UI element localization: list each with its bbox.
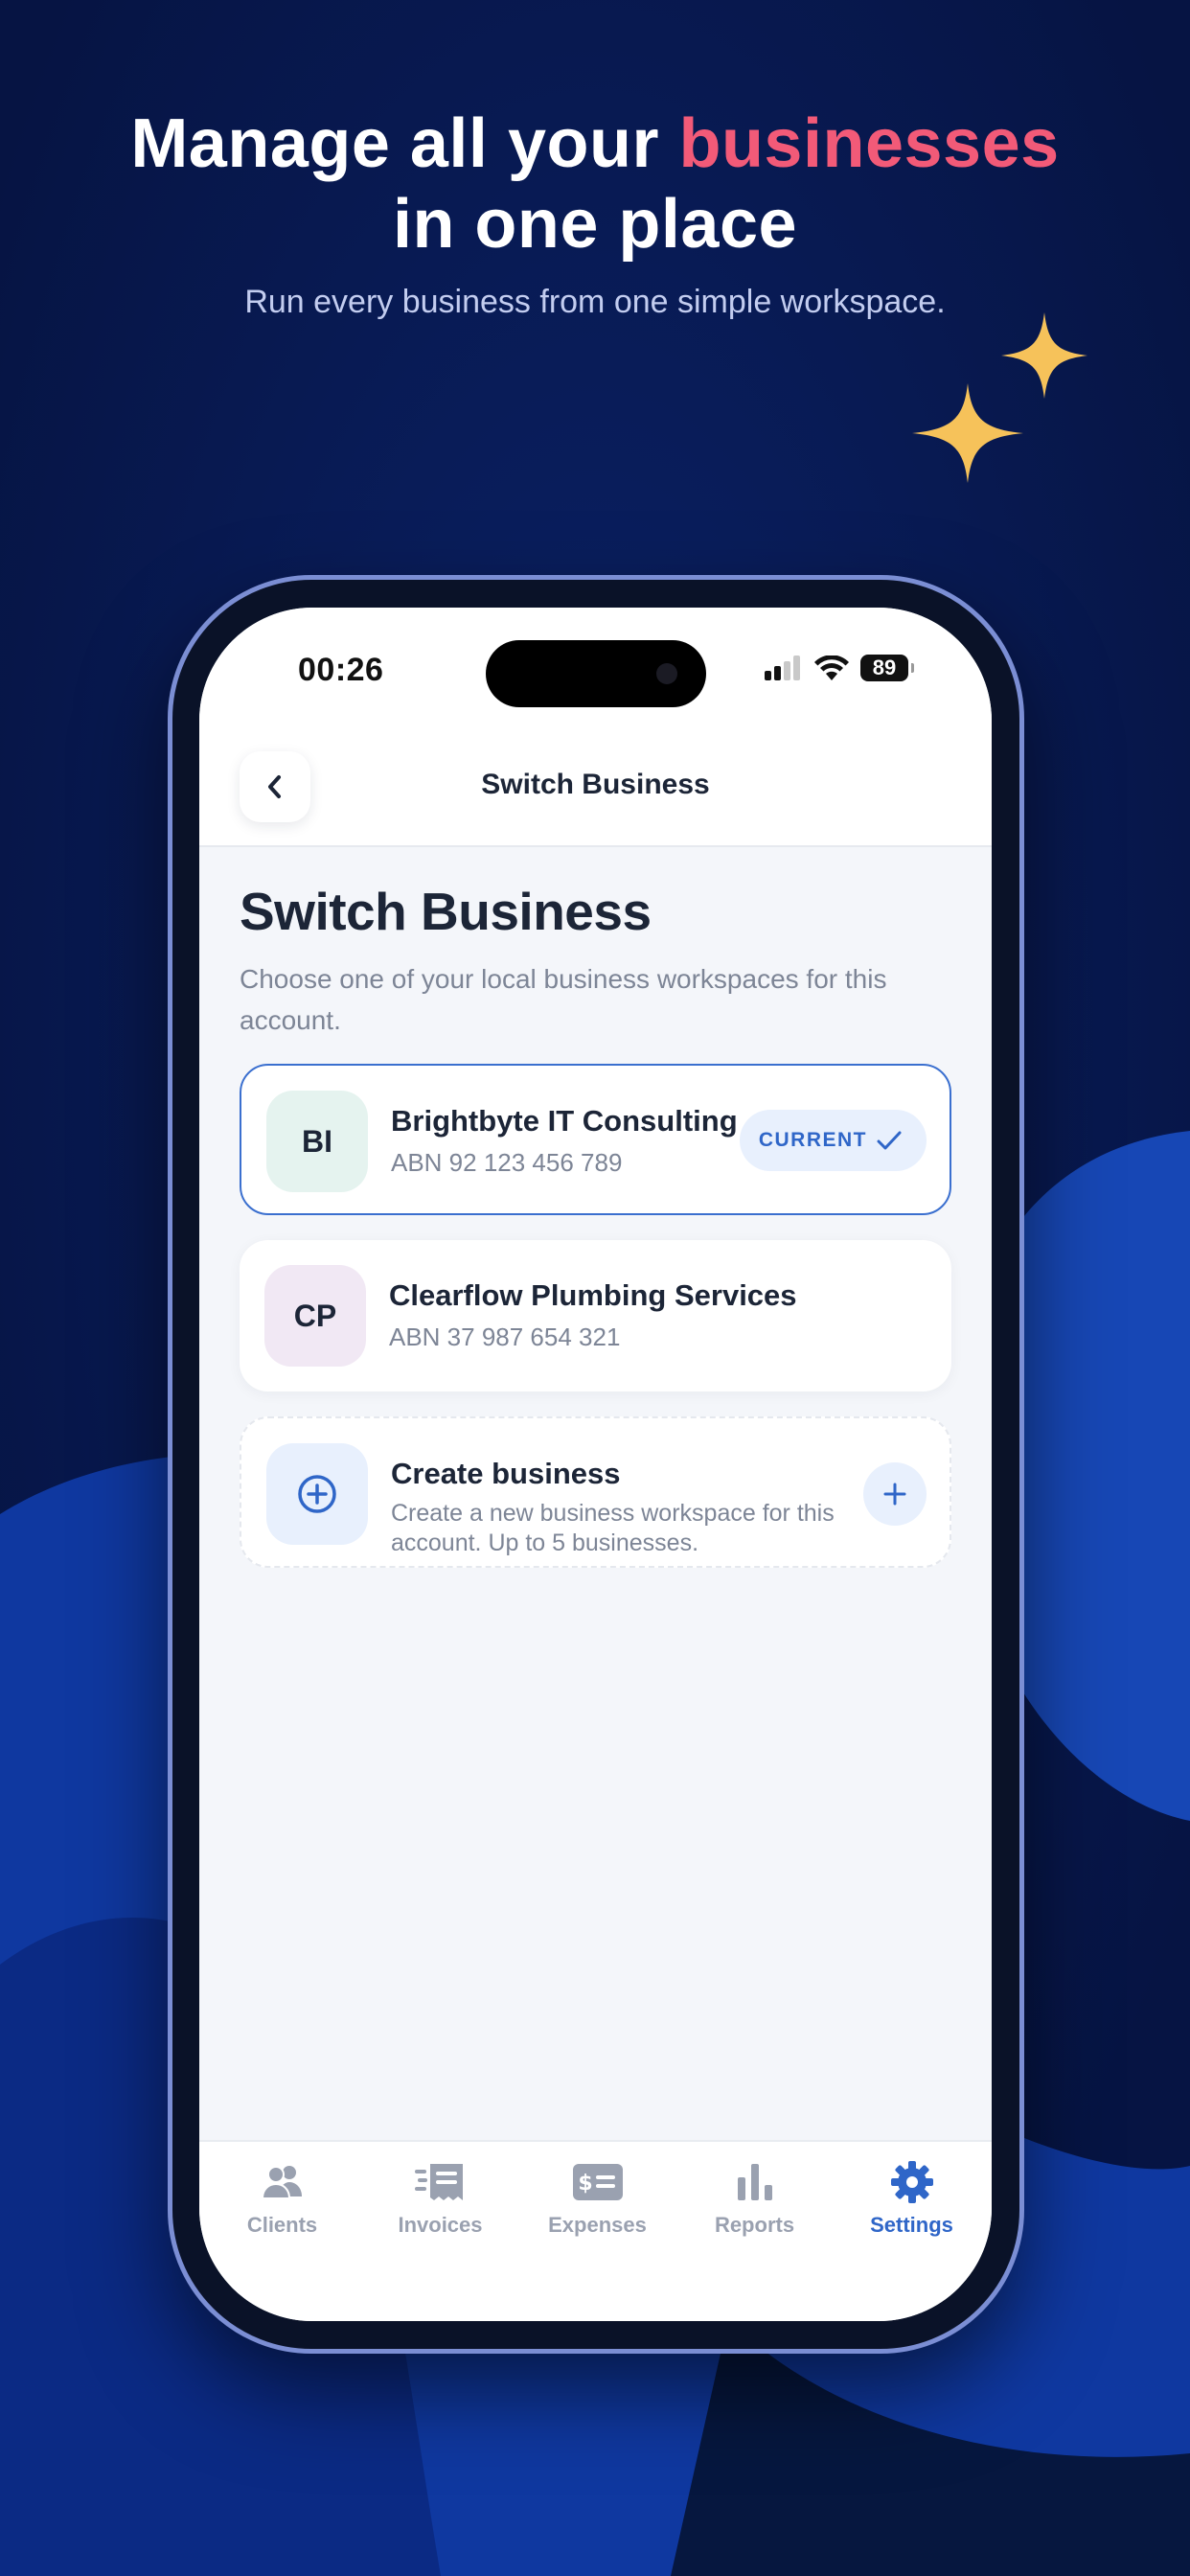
bar-chart-icon — [737, 2164, 772, 2200]
sparkle-icon — [912, 383, 1023, 483]
gear-icon — [890, 2161, 933, 2203]
business-name: Clearflow Plumbing Services — [389, 1278, 797, 1312]
tab-clients[interactable]: Clients — [203, 2159, 361, 2238]
create-business-description: Create a new business workspace for this… — [391, 1500, 835, 1556]
wifi-icon — [814, 656, 849, 680]
tab-label: Clients — [246, 2213, 318, 2237]
invoice-icon — [414, 2164, 463, 2200]
tab-expenses[interactable]: $ Expenses — [518, 2159, 676, 2238]
business-card[interactable]: CP Clearflow Plumbing Services ABN 37 98… — [240, 1240, 951, 1392]
page-title: Switch Business — [240, 882, 652, 941]
promo-title-end: in one place — [392, 186, 798, 263]
business-card-current[interactable]: BI Brightbyte IT Consulting ABN 92 123 4… — [240, 1064, 951, 1215]
check-icon — [877, 1131, 902, 1150]
create-business-avatar — [266, 1443, 368, 1545]
svg-text:$: $ — [578, 2172, 592, 2196]
status-time: 00:26 — [298, 652, 384, 688]
nav-header: Switch Business — [199, 732, 992, 847]
business-abn: ABN 37 987 654 321 — [389, 1322, 621, 1351]
business-name: Brightbyte IT Consulting — [391, 1104, 738, 1138]
current-badge: CURRENT — [739, 1110, 927, 1171]
create-business-title: Create business — [391, 1457, 621, 1490]
page-description: Choose one of your local business worksp… — [240, 964, 887, 1035]
status-bar: 00:26 89 — [199, 608, 992, 732]
status-icons: 89 — [765, 654, 914, 682]
promo-title-accent: businesses — [678, 105, 1060, 182]
tab-label: Expenses — [548, 2213, 647, 2237]
expense-icon: $ — [572, 2164, 623, 2200]
plus-icon — [883, 1483, 906, 1506]
camera-icon — [656, 663, 677, 684]
tab-bar: Clients Invoices $ Expenses Reports Sett… — [199, 2140, 992, 2321]
business-abn: ABN 92 123 456 789 — [391, 1148, 623, 1177]
dynamic-island — [486, 640, 706, 707]
users-icon — [261, 2166, 302, 2199]
promo-title-start: Manage all your — [130, 105, 679, 182]
nav-title: Switch Business — [481, 769, 710, 800]
plus-circle-icon — [298, 1475, 336, 1513]
tab-label: Reports — [714, 2213, 795, 2237]
promo-title: Manage all your businesses in one place — [0, 104, 1190, 264]
tab-label: Settings — [870, 2213, 953, 2237]
tab-settings[interactable]: Settings — [833, 2159, 991, 2238]
battery-indicator: 89 — [860, 655, 914, 681]
home-indicator — [464, 2296, 727, 2306]
create-business-card[interactable]: Create business Create a new business wo… — [240, 1416, 951, 1568]
business-avatar: BI — [266, 1091, 368, 1192]
add-business-button[interactable] — [863, 1462, 927, 1526]
signal-icon — [765, 656, 800, 680]
business-avatar: CP — [264, 1265, 366, 1367]
phone-screen: 00:26 89 Switch Business Switch Business… — [199, 608, 992, 2321]
tab-label: Invoices — [398, 2213, 483, 2237]
tab-invoices[interactable]: Invoices — [361, 2159, 519, 2238]
current-badge-label: CURRENT — [758, 1129, 867, 1151]
tab-reports[interactable]: Reports — [675, 2159, 834, 2238]
